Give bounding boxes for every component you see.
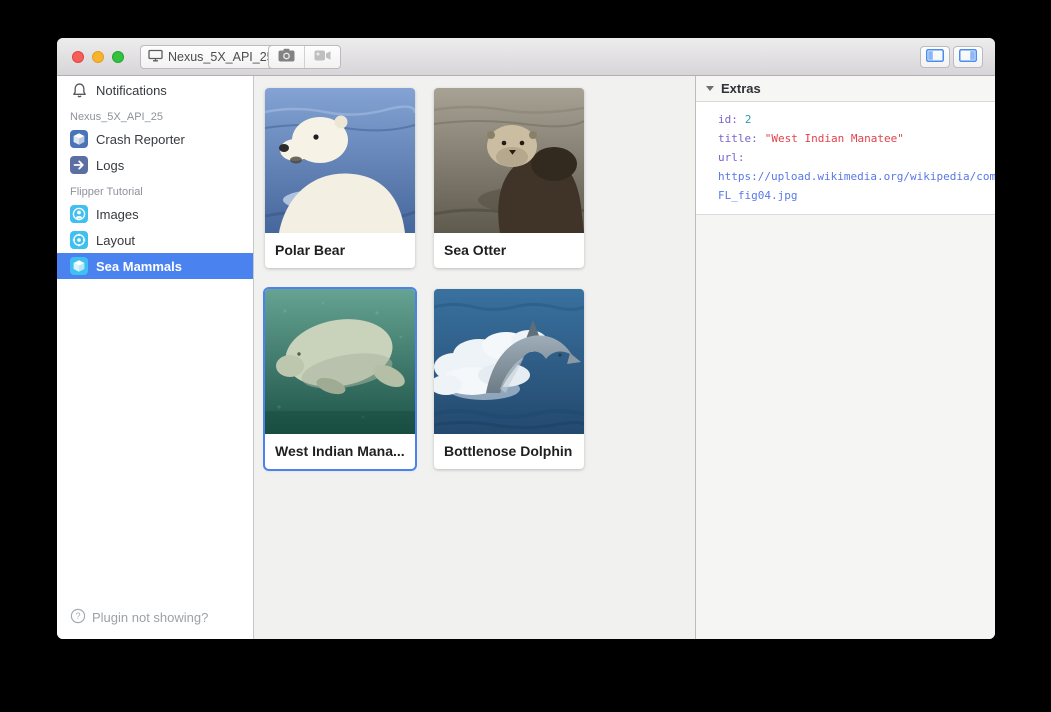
window-content: Notifications Nexus_5X_API_25 Crash Repo… xyxy=(57,76,995,639)
card-title: Bottlenose Dolphin xyxy=(434,434,584,469)
right-sidebar-toggle-icon xyxy=(959,49,977,65)
json-key: id: xyxy=(718,113,738,126)
sidebar-item-crash-reporter[interactable]: Crash Reporter xyxy=(57,126,253,152)
json-url-value: https://upload.wikimedia.org/wikipedia/c… xyxy=(718,170,995,183)
help-circle-icon: ? xyxy=(70,608,86,627)
chevron-down-icon xyxy=(706,86,714,91)
card-title: West Indian Mana... xyxy=(265,434,415,469)
polar-bear-photo xyxy=(265,88,415,233)
sea-otter-photo xyxy=(434,88,584,233)
sidebar-section-device: Nexus_5X_API_25 xyxy=(57,103,253,126)
manatee-photo xyxy=(265,289,415,434)
left-sidebar-toggle-button[interactable] xyxy=(920,46,950,68)
arrow-right-icon xyxy=(70,156,88,174)
json-url-value: FL_fig04.jpg xyxy=(718,189,797,202)
sidebar-item-label: Sea Mammals xyxy=(96,259,182,274)
flipper-window: Nexus_5X_API_25 xyxy=(57,38,995,639)
card-bottlenose-dolphin[interactable]: Bottlenose Dolphin xyxy=(434,289,584,469)
zoom-button[interactable] xyxy=(112,51,124,63)
mammal-card-grid: Polar Bear xyxy=(265,88,695,469)
sidebar-item-label: Layout xyxy=(96,233,135,248)
screenshot-button[interactable] xyxy=(269,46,304,68)
record-video-button[interactable] xyxy=(304,46,340,68)
dolphin-photo xyxy=(434,289,584,434)
sidebar-item-notifications[interactable]: Notifications xyxy=(57,78,253,103)
capture-button-group xyxy=(268,45,341,69)
target-icon xyxy=(70,231,88,249)
cube-icon xyxy=(70,130,88,148)
details-panel: Extras id: 2 title: "West Indian Manatee" … xyxy=(695,76,995,639)
extras-data-inspector: id: 2 title: "West Indian Manatee" url: ht… xyxy=(696,102,995,215)
window-toolbar: Nexus_5X_API_25 xyxy=(57,38,995,76)
json-string-value: "West Indian Manatee" xyxy=(765,132,904,145)
device-selector[interactable]: Nexus_5X_API_25 xyxy=(140,45,285,69)
data-row-url-value-2: FL_fig04.jpg xyxy=(718,186,995,205)
cube-icon xyxy=(70,257,88,275)
card-title: Sea Otter xyxy=(434,233,584,268)
data-row-id: id: 2 xyxy=(718,110,995,129)
user-circle-icon xyxy=(70,205,88,223)
sidebar-section-tutorial: Flipper Tutorial xyxy=(57,178,253,201)
sidebar-item-label: Logs xyxy=(96,158,124,173)
left-sidebar-toggle-icon xyxy=(926,49,944,65)
right-sidebar-toggle-button[interactable] xyxy=(953,46,983,68)
sidebar-item-logs[interactable]: Logs xyxy=(57,152,253,178)
extras-section-title: Extras xyxy=(721,81,761,96)
bell-icon xyxy=(70,82,88,99)
panel-toggle-group xyxy=(920,46,983,68)
json-number-value: 2 xyxy=(745,113,752,126)
camera-icon xyxy=(278,48,295,67)
card-polar-bear[interactable]: Polar Bear xyxy=(265,88,415,268)
data-row-title: title: "West Indian Manatee" xyxy=(718,129,995,148)
plugin-not-showing-label: Plugin not showing? xyxy=(92,610,208,625)
data-row-url-value-1: https://upload.wikimedia.org/wikipedia/c… xyxy=(718,167,995,186)
card-west-indian-manatee[interactable]: West Indian Mana... xyxy=(265,289,415,469)
json-key: url: xyxy=(718,151,745,164)
sidebar-item-layout[interactable]: Layout xyxy=(57,227,253,253)
device-selector-label: Nexus_5X_API_25 xyxy=(168,50,274,64)
card-sea-otter[interactable]: Sea Otter xyxy=(434,88,584,268)
svg-text:?: ? xyxy=(75,611,80,621)
details-panel-empty-area xyxy=(696,215,995,639)
plugin-not-showing-link[interactable]: ? Plugin not showing? xyxy=(70,608,208,627)
video-camera-icon xyxy=(314,48,331,66)
traffic-lights xyxy=(72,51,124,63)
close-button[interactable] xyxy=(72,51,84,63)
sea-mammals-plugin-content: Polar Bear xyxy=(254,76,695,639)
minimize-button[interactable] xyxy=(92,51,104,63)
data-row-url-key: url: xyxy=(718,148,995,167)
plugin-sidebar: Notifications Nexus_5X_API_25 Crash Repo… xyxy=(57,76,254,639)
sidebar-item-label: Crash Reporter xyxy=(96,132,185,147)
sidebar-item-label: Notifications xyxy=(96,83,167,98)
json-key: title: xyxy=(718,132,758,145)
sidebar-item-label: Images xyxy=(96,207,139,222)
card-title: Polar Bear xyxy=(265,233,415,268)
monitor-icon xyxy=(148,49,163,65)
sidebar-item-images[interactable]: Images xyxy=(57,201,253,227)
extras-section-header[interactable]: Extras xyxy=(696,76,995,102)
sidebar-item-sea-mammals[interactable]: Sea Mammals xyxy=(57,253,253,279)
